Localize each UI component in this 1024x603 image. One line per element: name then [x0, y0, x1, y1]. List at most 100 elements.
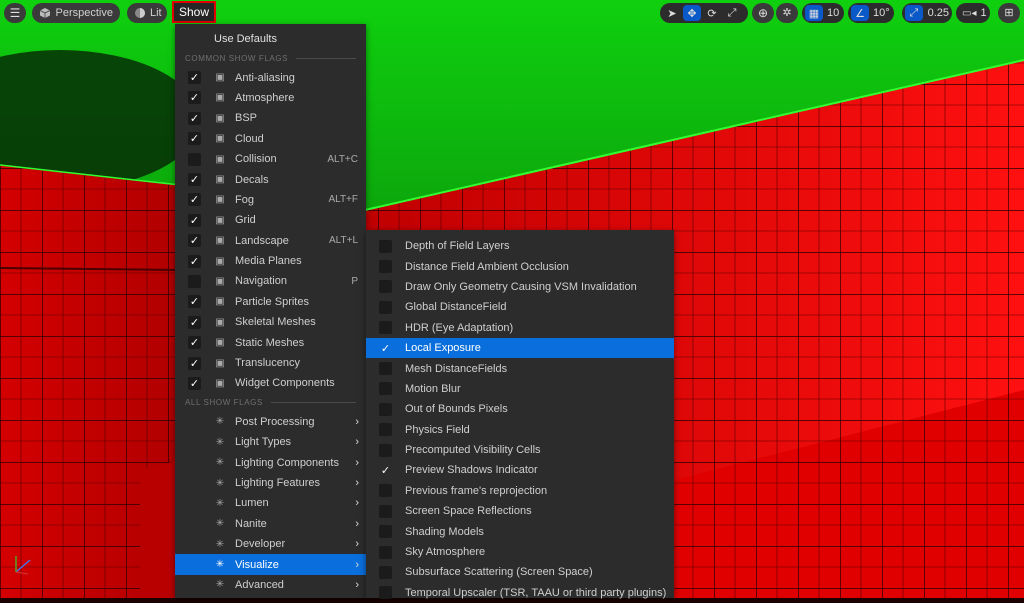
checked-checkbox[interactable]: ✓	[188, 376, 201, 390]
submenu-item[interactable]: ✳ Lumen ›	[175, 493, 366, 513]
show-flag-item[interactable]: ✓ ▣ Translucency	[175, 353, 366, 373]
coordinate-system-button[interactable]: ⊕	[752, 3, 774, 23]
checked-checkbox[interactable]: ✓	[188, 254, 201, 268]
checkbox[interactable]	[379, 239, 392, 253]
show-flag-item[interactable]: ▣ Navigation P	[175, 271, 366, 291]
scale-snap-toggle[interactable]: ⤢	[905, 5, 923, 21]
visualize-item[interactable]: ✓ Preview Shadows Indicator	[366, 460, 674, 480]
anti-aliasing-icon: ▣	[215, 72, 225, 84]
visualize-item[interactable]: ✓ Local Exposure	[366, 337, 674, 359]
visualize-item[interactable]: Previous frame's reprojection	[366, 481, 674, 501]
visualize-item[interactable]: Sky Atmosphere	[366, 542, 674, 562]
visualize-item[interactable]: Shading Models	[366, 521, 674, 541]
submenu-item[interactable]: ✳ Nanite ›	[175, 514, 366, 534]
layout-button[interactable]: ⊞	[998, 3, 1020, 23]
visualize-item[interactable]: Temporal Upscaler (TSR, TAAU or third pa…	[366, 583, 674, 603]
submenu-item[interactable]: ✳ Light Types ›	[175, 432, 366, 452]
checkbox[interactable]	[379, 280, 392, 294]
checkbox[interactable]	[379, 443, 392, 457]
checked-checkbox[interactable]: ✓	[188, 132, 201, 146]
checkbox[interactable]	[379, 586, 392, 600]
checkbox[interactable]	[379, 362, 392, 376]
view-mode-button[interactable]: Lit	[127, 3, 167, 23]
grid-snap-toggle[interactable]: ▦	[805, 5, 823, 21]
viewport-options-button[interactable]: ☰	[4, 3, 26, 23]
show-flag-item[interactable]: ✓ ▣ BSP	[175, 108, 366, 128]
checkbox[interactable]	[188, 152, 201, 166]
checked-checkbox[interactable]: ✓	[188, 91, 201, 105]
submenu-item[interactable]: ✳ Developer ›	[175, 534, 366, 554]
checked-checkbox[interactable]: ✓	[188, 71, 201, 85]
show-flag-item[interactable]: ✓ ▣ Media Planes	[175, 251, 366, 271]
checked-checkbox[interactable]: ✓	[188, 356, 201, 370]
visualize-item[interactable]: Motion Blur	[366, 379, 674, 399]
checkbox[interactable]	[379, 525, 392, 539]
checkbox[interactable]	[379, 565, 392, 579]
show-flag-item[interactable]: ✓ ▣ Decals	[175, 169, 366, 189]
checkbox[interactable]	[188, 274, 201, 288]
checked-checkbox[interactable]: ✓	[188, 111, 201, 125]
show-flag-item[interactable]: ✓ ▣ Landscape ALT+L	[175, 231, 366, 251]
show-flag-item[interactable]: ✓ ▣ Cloud	[175, 129, 366, 149]
show-flag-item[interactable]: ✓ ▣ Grid	[175, 210, 366, 230]
select-tool-button[interactable]: ➤	[663, 5, 681, 21]
submenu-item[interactable]: ✳ Visualize ›	[175, 554, 366, 575]
visualize-item[interactable]: Draw Only Geometry Causing VSM Invalidat…	[366, 277, 674, 297]
checkbox[interactable]	[379, 300, 392, 314]
checkmark-icon[interactable]: ✓	[379, 342, 392, 355]
show-flag-item[interactable]: ✓ ▣ Atmosphere	[175, 88, 366, 108]
checkbox[interactable]	[379, 382, 392, 396]
show-flag-item[interactable]: ✓ ▣ Widget Components	[175, 373, 366, 393]
checkbox[interactable]	[379, 504, 392, 518]
checkmark-icon[interactable]: ✓	[379, 464, 392, 477]
perspective-button[interactable]: Perspective	[32, 3, 120, 23]
visualize-item[interactable]: Mesh DistanceFields	[366, 358, 674, 378]
rotation-snap-value[interactable]: 10°	[871, 7, 890, 19]
checked-checkbox[interactable]: ✓	[188, 295, 201, 309]
chevron-right-icon: ›	[355, 517, 359, 530]
scale-tool-button[interactable]: ⤢	[723, 5, 741, 21]
visualize-item[interactable]: Precomputed Visibility Cells	[366, 440, 674, 460]
visualize-item[interactable]: Depth of Field Layers	[366, 236, 674, 256]
show-flag-item[interactable]: ✓ ▣ Skeletal Meshes	[175, 312, 366, 332]
scale-snap-value[interactable]: 0.25	[925, 7, 949, 19]
checked-checkbox[interactable]: ✓	[188, 234, 201, 248]
visualize-item[interactable]: HDR (Eye Adaptation)	[366, 318, 674, 338]
visualize-item[interactable]: Subsurface Scattering (Screen Space)	[366, 562, 674, 582]
show-flag-item[interactable]: ✓ ▣ Fog ALT+F	[175, 190, 366, 210]
visualize-item[interactable]: Global DistanceField	[366, 297, 674, 317]
show-flag-item[interactable]: ✓ ▣ Static Meshes	[175, 332, 366, 352]
visualize-item[interactable]: Screen Space Reflections	[366, 501, 674, 521]
checkbox[interactable]	[379, 484, 392, 498]
cube-icon	[39, 6, 52, 20]
show-button[interactable]: Show	[172, 1, 216, 23]
grid-snap-value[interactable]: 10	[825, 7, 839, 19]
translate-tool-button[interactable]: ✥	[683, 5, 701, 21]
checkbox[interactable]	[379, 423, 392, 437]
checked-checkbox[interactable]: ✓	[188, 336, 201, 350]
checked-checkbox[interactable]: ✓	[188, 315, 201, 329]
show-flag-item[interactable]: ✓ ▣ Particle Sprites	[175, 292, 366, 312]
camera-speed-group[interactable]: ▭◂ 1	[956, 3, 990, 23]
show-flag-label: Decals	[235, 173, 269, 186]
checked-checkbox[interactable]: ✓	[188, 193, 201, 207]
show-flag-item[interactable]: ✓ ▣ Anti-aliasing	[175, 67, 366, 87]
checkbox[interactable]	[379, 402, 392, 416]
submenu-item[interactable]: ✳ Lighting Features ›	[175, 473, 366, 493]
checkbox[interactable]	[379, 545, 392, 559]
show-flag-item[interactable]: ▣ Collision ALT+C	[175, 149, 366, 169]
rotation-snap-toggle[interactable]: ∠	[851, 5, 869, 21]
submenu-item[interactable]: ✳ Post Processing ›	[175, 412, 366, 432]
visualize-item[interactable]: Physics Field	[366, 420, 674, 440]
checked-checkbox[interactable]: ✓	[188, 213, 201, 227]
checked-checkbox[interactable]: ✓	[188, 173, 201, 187]
submenu-item[interactable]: ✳ Lighting Components ›	[175, 452, 366, 472]
rotate-tool-button[interactable]: ⟳	[703, 5, 721, 21]
checkbox[interactable]	[379, 260, 392, 274]
visualize-item[interactable]: Distance Field Ambient Occlusion	[366, 256, 674, 276]
visualize-item[interactable]: Out of Bounds Pixels	[366, 399, 674, 419]
submenu-item[interactable]: ✳ Advanced ›	[175, 575, 366, 595]
surface-snapping-button[interactable]: ✲	[776, 3, 798, 23]
checkbox[interactable]	[379, 321, 392, 335]
use-defaults-item[interactable]: Use Defaults	[175, 29, 366, 49]
